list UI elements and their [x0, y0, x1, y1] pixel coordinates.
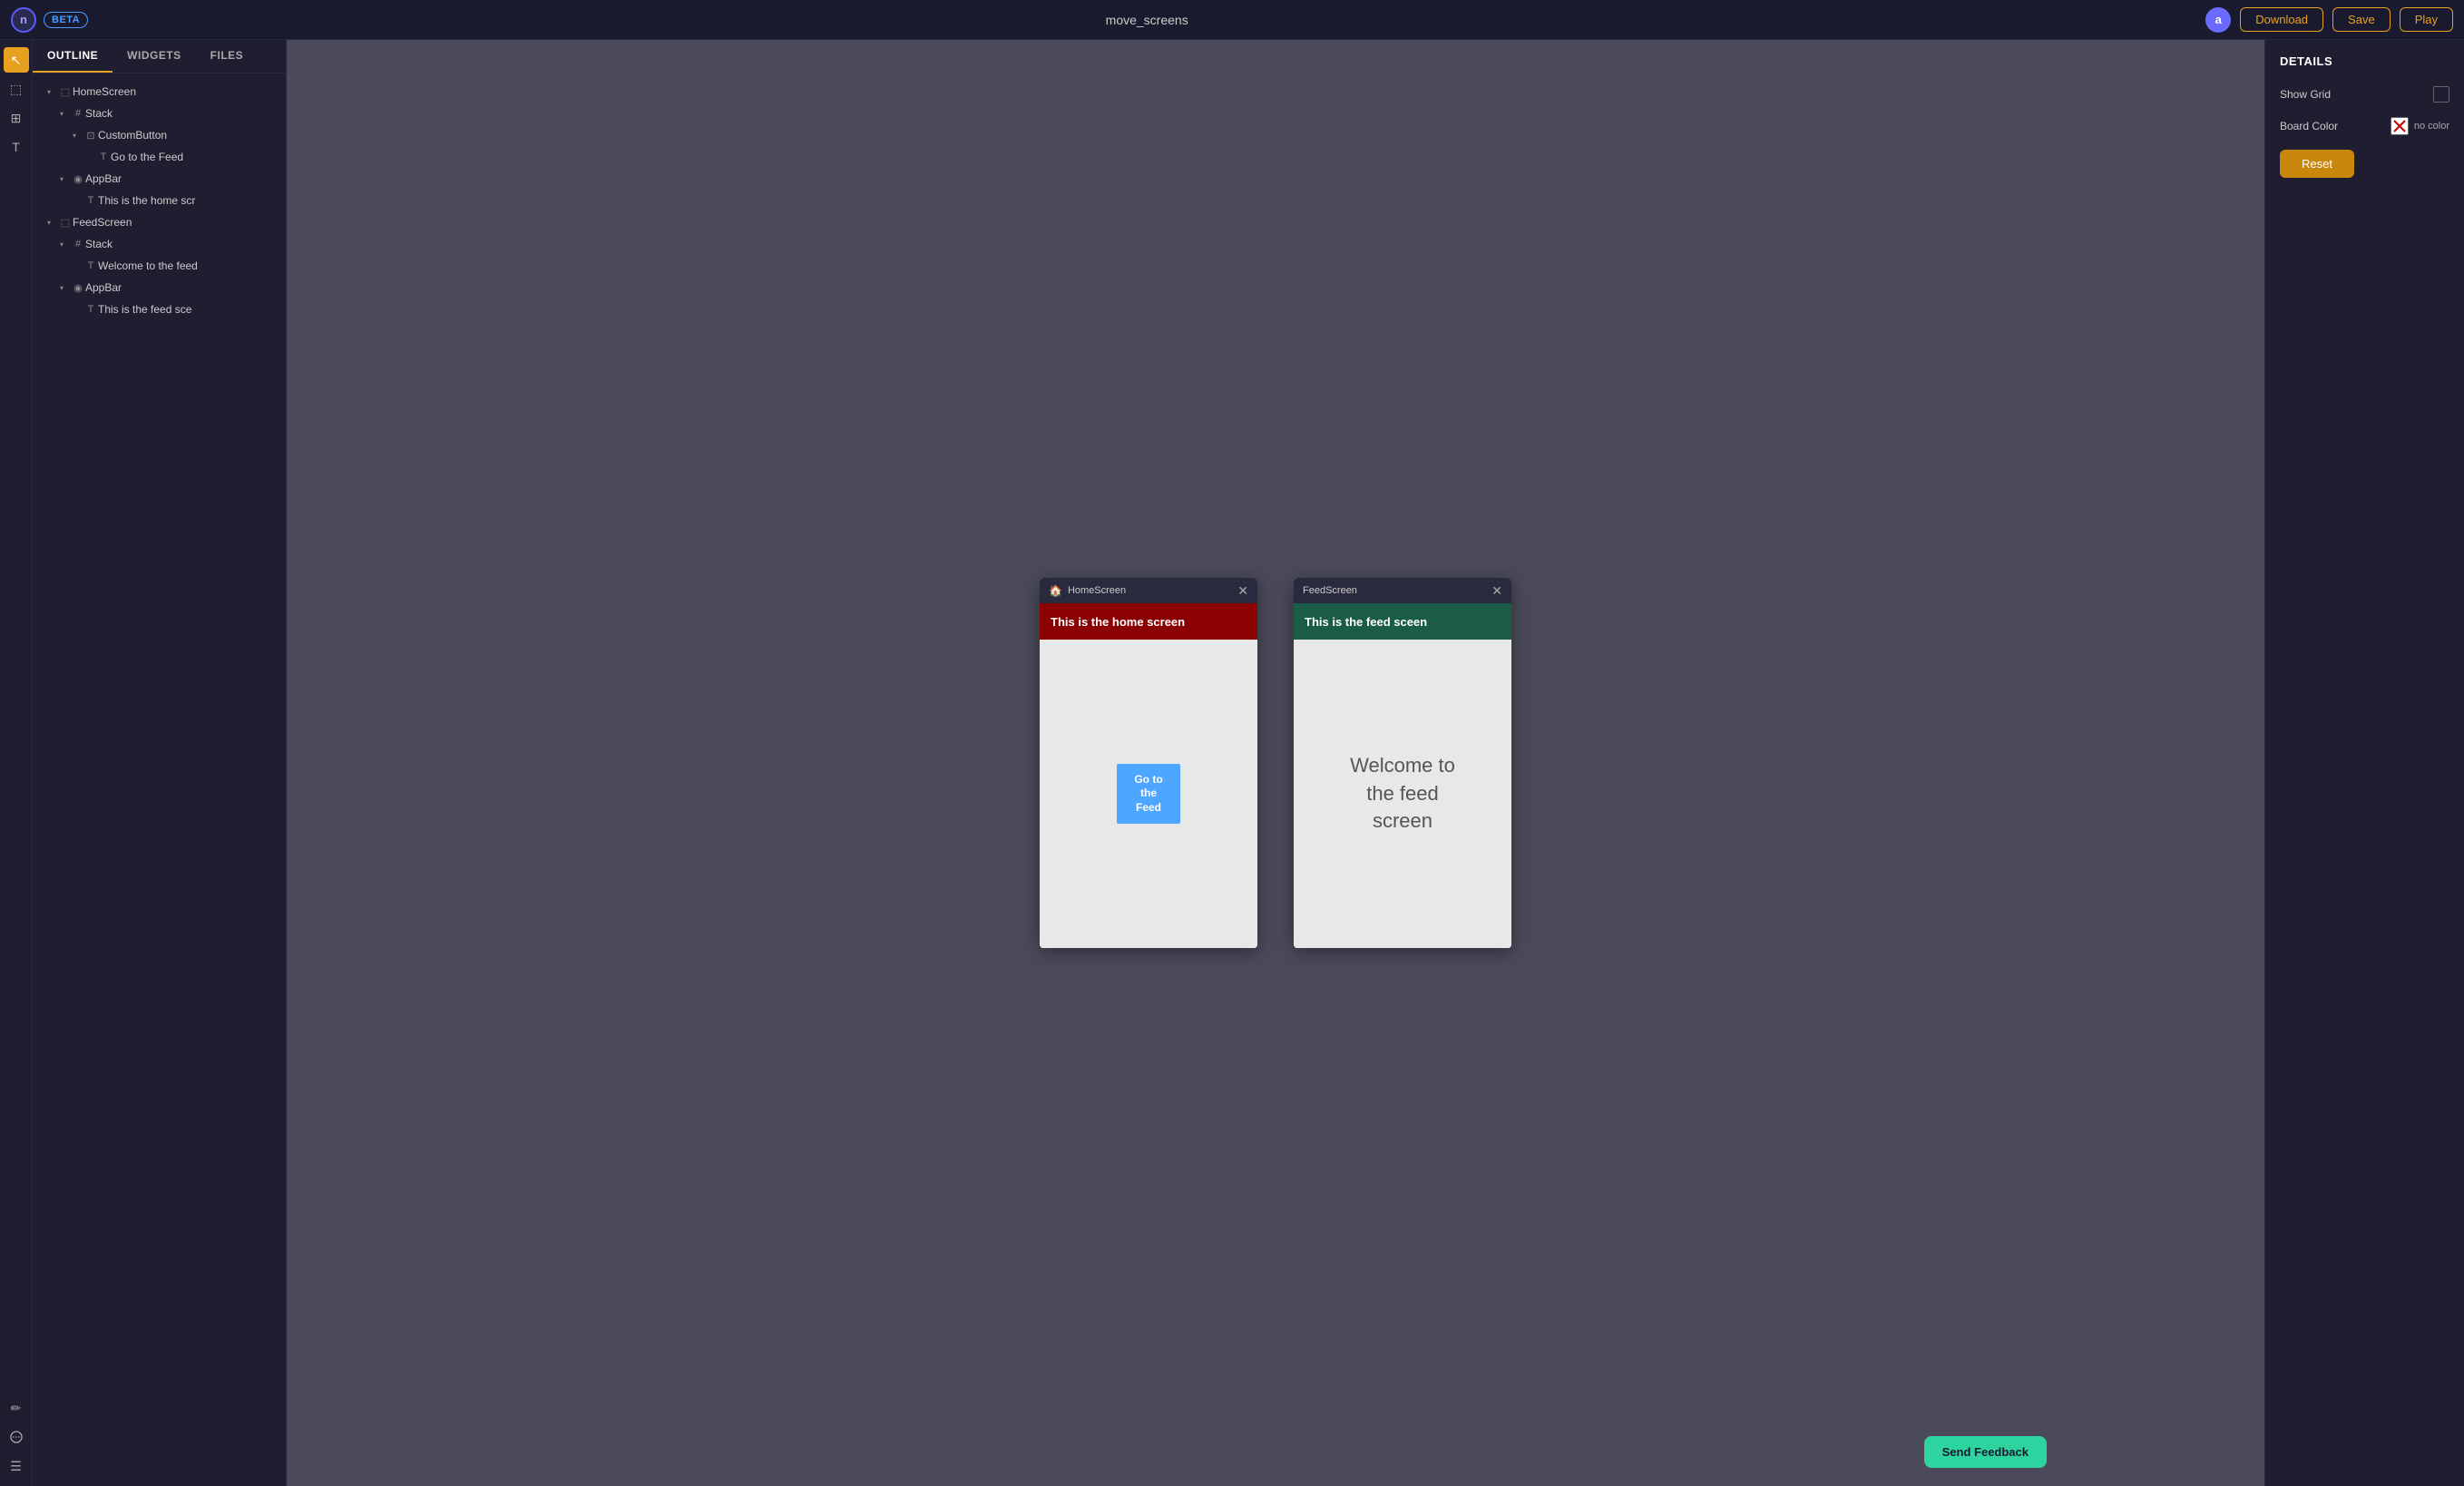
left-toolbar: ↖ ⬚ ⊞ T ✏ ☰ — [0, 40, 33, 1486]
feedscreen-title-text: FeedScreen — [1303, 585, 1357, 596]
tree-label: This is the home scr — [98, 194, 195, 207]
frame-icon: ⬚ — [58, 86, 73, 98]
text-icon: T — [96, 152, 111, 162]
tree-home-text[interactable]: T This is the home scr — [33, 190, 286, 211]
tree-arrow: ▾ — [60, 175, 71, 183]
tree-stack-2[interactable]: ▾ # Stack — [33, 233, 286, 255]
homescreen-appbar: This is the home screen — [1040, 603, 1257, 640]
show-grid-checkbox[interactable] — [2433, 86, 2449, 103]
send-feedback-button[interactable]: Send Feedback — [1924, 1436, 2047, 1468]
tree-label: Stack — [85, 238, 112, 250]
show-grid-label: Show Grid — [2280, 88, 2331, 101]
frame-tool[interactable]: ⬚ — [4, 76, 29, 102]
reset-button[interactable]: Reset — [2280, 150, 2354, 178]
screens-container: 🏠 HomeScreen ✕ This is the home screen G… — [1003, 542, 1548, 984]
tree-stack-1[interactable]: ▾ # Stack — [33, 103, 286, 124]
tree-arrow: ▾ — [60, 240, 71, 249]
play-button[interactable]: Play — [2400, 7, 2453, 32]
homescreen-body: Go to the Feed — [1040, 640, 1257, 948]
appbar-icon: ◉ — [71, 282, 85, 294]
tree-label: AppBar — [85, 281, 122, 294]
sidebar-tabs: OUTLINE WIDGETS FILES — [33, 40, 286, 73]
frame-icon: ⬚ — [58, 217, 73, 229]
tree-feed-text[interactable]: T This is the feed sce — [33, 298, 286, 320]
tree-label: This is the feed sce — [98, 303, 191, 316]
stack-icon: # — [71, 108, 85, 119]
details-title: DETAILS — [2280, 54, 2449, 68]
feedscreen-body: Welcome to the feed screen — [1294, 640, 1511, 948]
feedscreen-close-icon[interactable]: ✕ — [1491, 583, 1502, 599]
outline-tree: ▾ ⬚ HomeScreen ▾ # Stack ▾ ⊡ CustomButto… — [33, 73, 286, 1486]
feedscreen-appbar-text: This is the feed sceen — [1305, 615, 1427, 629]
feedscreen-title-left: FeedScreen — [1303, 585, 1357, 596]
tree-feedscreen[interactable]: ▾ ⬚ FeedScreen — [33, 211, 286, 233]
board-color-box: no color — [2391, 117, 2449, 135]
tree-welcome-text[interactable]: T Welcome to the feed — [33, 255, 286, 277]
homescreen-titlebar: 🏠 HomeScreen ✕ — [1040, 578, 1257, 603]
widget-icon: ⊡ — [83, 130, 98, 142]
download-button[interactable]: Download — [2240, 7, 2323, 32]
tree-appbar-2[interactable]: ▾ ◉ AppBar — [33, 277, 286, 298]
tab-files[interactable]: FILES — [196, 40, 259, 73]
canvas: 🏠 HomeScreen ✕ This is the home screen G… — [287, 40, 2264, 1486]
stack-icon: # — [71, 239, 85, 249]
tree-arrow: ▾ — [60, 284, 71, 292]
menu-tool[interactable]: ☰ — [4, 1453, 29, 1479]
tree-label: AppBar — [85, 172, 122, 185]
tree-appbar-1[interactable]: ▾ ◉ AppBar — [33, 168, 286, 190]
layout-tool[interactable]: ⊞ — [4, 105, 29, 131]
topbar-right: a Download Save Play — [2205, 7, 2453, 33]
tree-label: FeedScreen — [73, 216, 132, 229]
homescreen-title-text: HomeScreen — [1068, 585, 1126, 596]
main-layout: ↖ ⬚ ⊞ T ✏ ☰ OUTLINE WIDGETS FILES ▾ ⬚ Ho… — [0, 40, 2464, 1486]
save-button[interactable]: Save — [2332, 7, 2391, 32]
tree-label: Stack — [85, 107, 112, 120]
homescreen-title-left: 🏠 HomeScreen — [1049, 584, 1126, 597]
tree-goto-feed[interactable]: T Go to the Feed — [33, 146, 286, 168]
text-icon: T — [83, 260, 98, 271]
tree-custombutton[interactable]: ▾ ⊡ CustomButton — [33, 124, 286, 146]
project-name: move_screens — [1106, 13, 1188, 27]
feedscreen-titlebar: FeedScreen ✕ — [1294, 578, 1511, 603]
feed-welcome-text: Welcome to the feed screen — [1332, 734, 1473, 854]
no-color-text: no color — [2414, 121, 2449, 132]
sidebar: OUTLINE WIDGETS FILES ▾ ⬚ HomeScreen ▾ #… — [33, 40, 287, 1486]
cursor-tool[interactable]: ↖ — [4, 47, 29, 73]
tree-label: CustomButton — [98, 129, 167, 142]
homescreen-mockup: 🏠 HomeScreen ✕ This is the home screen G… — [1040, 578, 1257, 948]
tab-widgets[interactable]: WIDGETS — [112, 40, 196, 73]
tree-label: Go to the Feed — [111, 151, 183, 163]
homescreen-appbar-text: This is the home screen — [1051, 615, 1185, 629]
topbar: n BETA move_screens a Download Save Play — [0, 0, 2464, 40]
right-panel: DETAILS Show Grid Board Color no color R… — [2264, 40, 2464, 1486]
text-icon: T — [83, 304, 98, 315]
logo: n — [11, 7, 36, 33]
show-grid-row: Show Grid — [2280, 86, 2449, 103]
tree-arrow: ▾ — [73, 132, 83, 140]
tree-arrow: ▾ — [47, 219, 58, 227]
board-color-row: Board Color no color — [2280, 117, 2449, 135]
tree-label: HomeScreen — [73, 85, 136, 98]
avatar: a — [2205, 7, 2231, 33]
board-color-label: Board Color — [2280, 120, 2338, 132]
tree-homescreen[interactable]: ▾ ⬚ HomeScreen — [33, 81, 286, 103]
text-tool[interactable]: T — [4, 134, 29, 160]
chat-tool[interactable] — [4, 1424, 29, 1450]
pencil-tool[interactable]: ✏ — [4, 1395, 29, 1421]
tree-arrow: ▾ — [47, 88, 58, 96]
text-icon: T — [83, 195, 98, 206]
homescreen-close-icon[interactable]: ✕ — [1237, 583, 1248, 599]
topbar-left: n BETA — [11, 7, 88, 33]
appbar-icon: ◉ — [71, 173, 85, 185]
beta-badge: BETA — [44, 12, 88, 28]
color-swatch[interactable] — [2391, 117, 2409, 135]
goto-feed-button[interactable]: Go to the Feed — [1117, 764, 1180, 825]
feedscreen-appbar: This is the feed sceen — [1294, 603, 1511, 640]
home-icon: 🏠 — [1049, 584, 1062, 597]
tab-outline[interactable]: OUTLINE — [33, 40, 112, 73]
no-color-icon — [2391, 118, 2408, 134]
feedscreen-mockup: FeedScreen ✕ This is the feed sceen Welc… — [1294, 578, 1511, 948]
tree-label: Welcome to the feed — [98, 259, 198, 272]
tree-arrow: ▾ — [60, 110, 71, 118]
